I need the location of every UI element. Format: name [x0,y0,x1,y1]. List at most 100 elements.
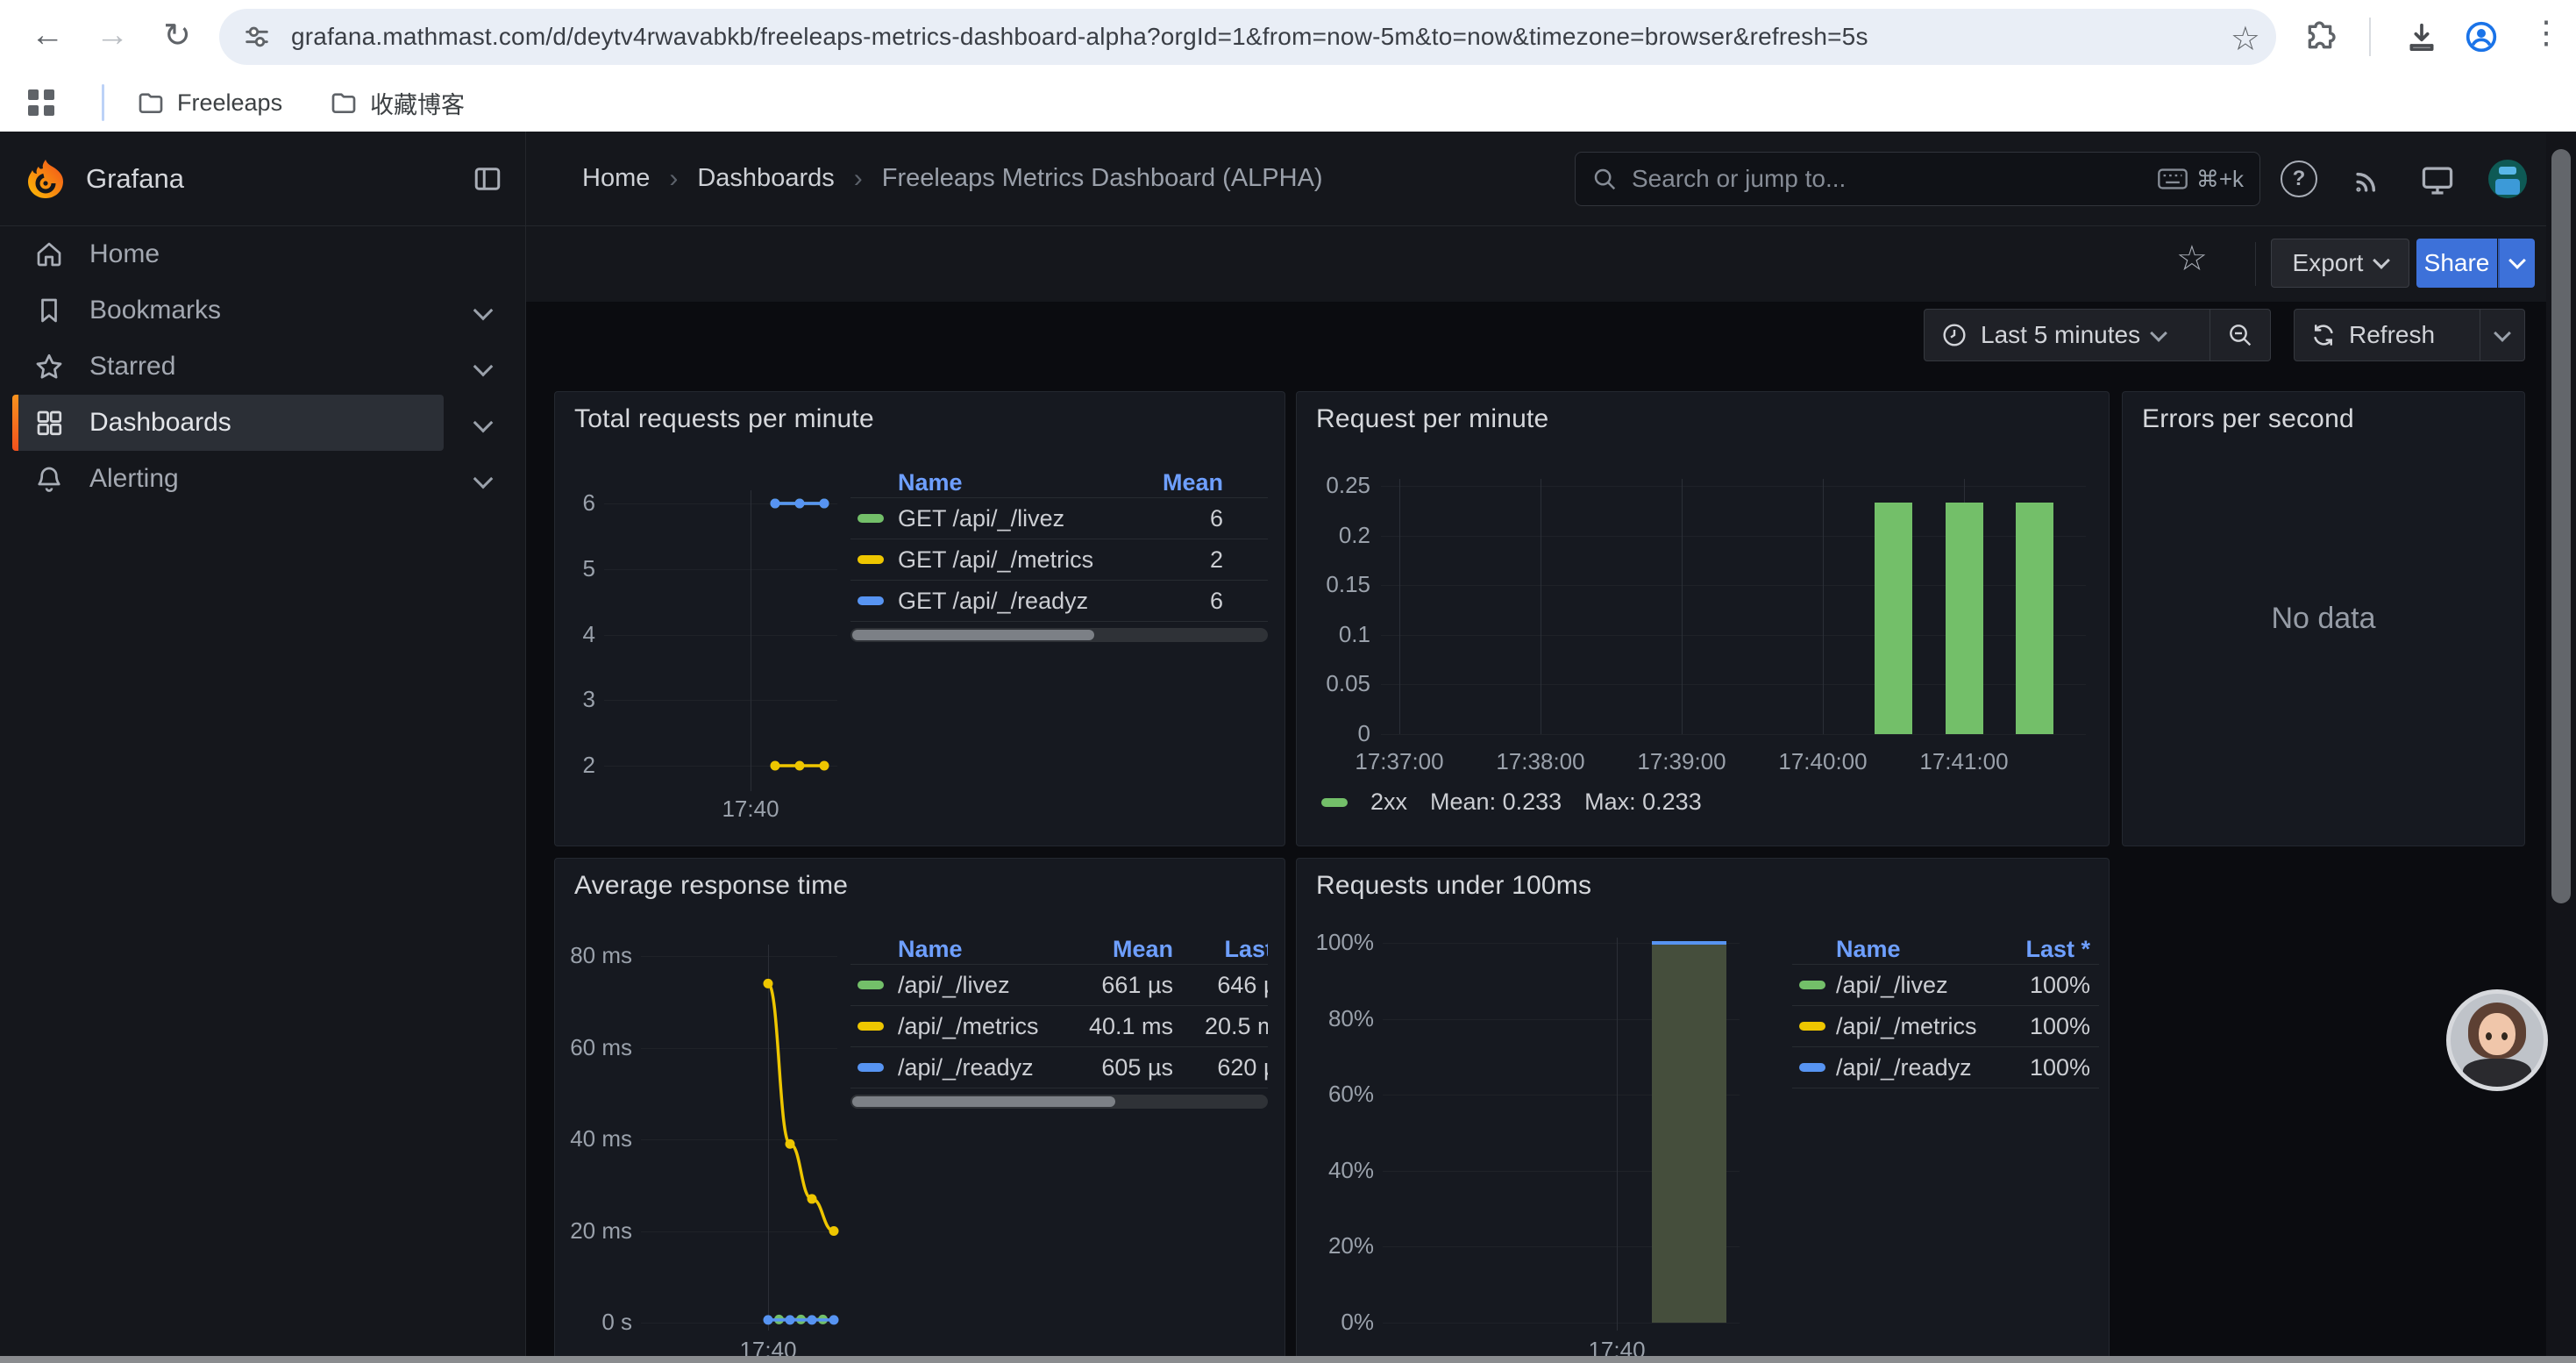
url-text[interactable]: grafana.mathmast.com/d/deytv4rwavabkb/fr… [291,23,1868,51]
legend-series-swatch[interactable] [1799,1063,1825,1072]
apps-grid-icon[interactable] [28,89,54,116]
page-scrollbar-thumb[interactable] [2551,149,2571,903]
assistant-avatar[interactable] [2446,989,2548,1091]
legend-series-name[interactable]: /api/_/livez [898,972,1010,999]
chevron-down-icon[interactable] [473,301,494,321]
export-button[interactable]: Export [2271,239,2409,288]
legend-series-swatch[interactable] [1321,798,1348,807]
time-range-picker[interactable]: Last 5 minutes [1925,310,2210,360]
legend-series-name[interactable]: /api/_/readyz [1836,1054,1972,1081]
bookmark-folder-freeleaps[interactable]: Freeleaps [123,81,296,125]
monitor-icon[interactable] [2420,165,2457,202]
sidebar-item-home[interactable]: Home [0,226,525,282]
downloads-icon[interactable] [2404,19,2439,54]
h-gridline [1381,486,2086,487]
no-data-message: No data [2123,392,2524,846]
site-settings-icon[interactable] [242,22,272,52]
legend-mean: Mean: 0.233 [1430,789,1562,816]
bell-icon [33,463,65,495]
help-icon[interactable]: ? [2281,161,2317,197]
legend-series-name[interactable]: GET /api/_/livez [898,505,1064,532]
legend-value: 20.5 ms [1205,1013,1268,1040]
legend-series-swatch[interactable] [857,1063,884,1072]
refresh-button[interactable]: Refresh [2295,310,2480,360]
legend-series-name[interactable]: /api/_/livez [1836,972,1948,999]
bookmark-star-icon[interactable]: ☆ [2231,19,2260,59]
sidebar-item-bookmarks[interactable]: Bookmarks [0,282,525,339]
extensions-icon[interactable] [2302,19,2338,54]
grafana-logo-icon[interactable] [25,158,67,200]
legend-series-name[interactable]: GET /api/_/metrics [898,546,1093,574]
zoom-out-button[interactable] [2210,310,2270,360]
y-axis-tick: 0.25 [1297,472,1370,499]
legend-column-header[interactable]: Name [1836,936,1901,963]
panel-title[interactable]: Requests under 100ms [1316,871,1591,901]
legend-series-swatch[interactable] [857,555,884,564]
legend-series-swatch[interactable] [857,514,884,523]
panel-title[interactable]: Average response time [574,871,848,901]
y-axis-tick: 0.2 [1297,522,1370,549]
h-gridline [641,956,837,957]
avatar-eye [2501,1032,2508,1040]
legend-series-swatch[interactable] [857,1022,884,1031]
legend-series-name[interactable]: GET /api/_/readyz [898,588,1088,615]
brand-title[interactable]: Grafana [86,132,184,225]
favorite-star-icon[interactable]: ☆ [2176,239,2208,279]
sidebar-nav: Home Bookmarks Starred Da [0,226,526,1363]
legend-series-name[interactable]: /api/_/metrics [898,1013,1039,1040]
avatar-eye [2486,1032,2492,1040]
address-bar[interactable]: grafana.mathmast.com/d/deytv4rwavabkb/fr… [219,9,2276,65]
chevron-down-icon[interactable] [473,413,494,433]
legend-series-name[interactable]: /api/_/metrics [1836,1013,1977,1040]
refresh-group: Refresh [2294,309,2525,361]
legend-series-name[interactable]: 2xx [1370,789,1407,816]
legend-series-name[interactable]: /api/_/readyz [898,1054,1034,1081]
bar-2xx[interactable] [2016,503,2053,734]
panel-average-response-time: Average response time 80 ms60 ms40 ms20 … [554,858,1285,1363]
y-axis-tick: 60% [1297,1081,1374,1108]
reload-icon[interactable]: ↻ [153,11,202,60]
browser-menu-icon[interactable]: ⋮ [2529,14,2564,51]
sidebar-item-dashboards[interactable]: Dashboards [0,395,525,451]
x-axis-tick: 17:39:00 [1637,748,1726,775]
search-placeholder: Search or jump to... [1632,165,2144,193]
back-icon[interactable]: ← [23,11,72,60]
bookmark-folder-blogs[interactable]: 收藏博客 [316,81,479,125]
h-gridline [604,569,837,570]
legend-column-header[interactable]: Name [898,469,963,496]
bar-2xx[interactable] [1946,503,1983,734]
refresh-interval-button[interactable] [2480,310,2524,360]
legend-column-header[interactable]: Mean [1163,469,1223,496]
legend-column-header[interactable]: Last * [1224,936,1268,963]
legend-series-swatch[interactable] [857,981,884,989]
dock-menu-icon[interactable] [472,163,503,195]
chevron-down-icon[interactable] [473,357,494,377]
breadcrumb-home[interactable]: Home [582,164,650,193]
sidebar-item-label: Starred [89,352,175,382]
forward-icon[interactable]: → [88,11,137,60]
share-button[interactable]: Share [2416,239,2497,288]
breadcrumb-dashboards[interactable]: Dashboards [697,164,834,193]
search-input[interactable]: Search or jump to... ⌘+k [1575,152,2260,206]
sidebar-item-alerting[interactable]: Alerting [0,451,525,507]
panel-title[interactable]: Total requests per minute [574,404,874,434]
chevron-down-icon[interactable] [473,469,494,489]
bar-2xx[interactable] [1875,503,1912,734]
news-rss-icon[interactable] [2352,163,2388,200]
legend-scrollbar-thumb[interactable] [852,630,1094,640]
user-avatar[interactable] [2488,160,2527,198]
sidebar-item-label: Home [89,239,160,269]
legend-column-header[interactable]: Mean [1113,936,1173,963]
panel-title[interactable]: Request per minute [1316,404,1548,434]
legend-series-swatch[interactable] [1799,981,1825,989]
legend-series-swatch[interactable] [857,596,884,605]
share-menu-button[interactable] [2498,239,2535,288]
profile-icon[interactable] [2464,19,2499,54]
legend-scrollbar-thumb[interactable] [852,1096,1115,1107]
legend-column-header[interactable]: Name [898,936,963,963]
area-100pct[interactable] [1652,943,1726,1323]
legend-column-header[interactable]: Last * [2025,936,2090,963]
sidebar-item-starred[interactable]: Starred [0,339,525,395]
legend-series-swatch[interactable] [1799,1022,1825,1031]
v-gridline [1617,938,1618,1331]
